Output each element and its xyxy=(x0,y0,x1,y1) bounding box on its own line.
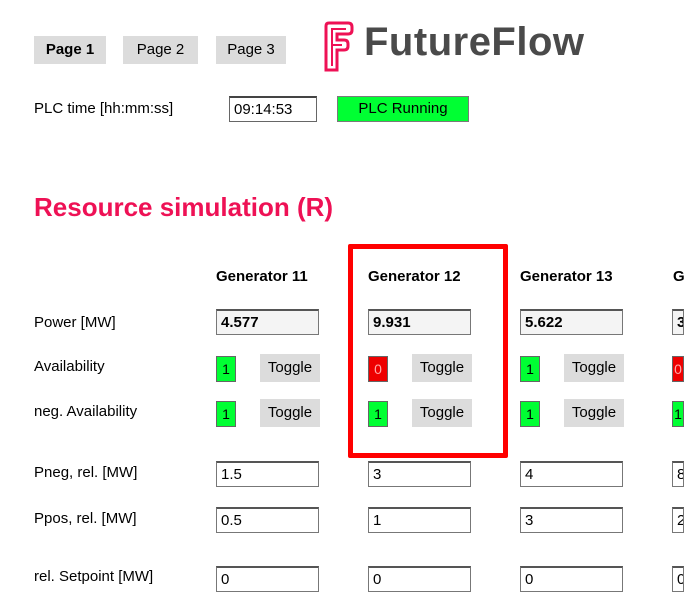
tab-page-2[interactable]: Page 2 xyxy=(123,36,198,64)
section-title: Resource simulation (R) xyxy=(34,192,334,222)
setpoint-input[interactable]: 0 xyxy=(520,566,623,592)
generator-11-header: Generator 11 xyxy=(216,268,308,285)
ppos-input[interactable]: 2 xyxy=(672,507,684,533)
ppos-input[interactable]: 0.5 xyxy=(216,507,319,533)
plc-time-label: PLC time [hh:mm:ss] xyxy=(34,100,174,117)
setpoint-input[interactable]: 0 xyxy=(216,566,319,592)
setpoint-label: rel. Setpoint [MW] xyxy=(34,568,154,585)
toggle-neg-availability-button[interactable]: Toggle xyxy=(564,399,624,427)
ppos-label: Ppos, rel. [MW] xyxy=(34,510,137,527)
logo-text: FutureFlow xyxy=(364,20,585,64)
availability-indicator: 0 xyxy=(672,356,684,382)
setpoint-input[interactable]: 0 xyxy=(672,566,684,592)
availability-label: Availability xyxy=(34,358,105,375)
pneg-input[interactable]: 8 xyxy=(672,461,684,487)
toggle-availability-button[interactable]: Toggle xyxy=(260,354,320,382)
pneg-input[interactable]: 3 xyxy=(368,461,471,487)
power-label: Power [MW] xyxy=(34,314,116,331)
availability-indicator: 1 xyxy=(216,356,236,382)
ppos-input[interactable]: 1 xyxy=(368,507,471,533)
toggle-availability-button[interactable]: Toggle xyxy=(564,354,624,382)
pneg-input[interactable]: 4 xyxy=(520,461,623,487)
generator-13-header: Generator 13 xyxy=(520,268,613,285)
power-field: 5.622 xyxy=(520,309,623,335)
neg-availability-label: neg. Availability xyxy=(34,403,138,420)
neg-availability-indicator: 1 xyxy=(520,401,540,427)
setpoint-input[interactable]: 0 xyxy=(368,566,471,592)
tab-page-1[interactable]: Page 1 xyxy=(34,36,106,64)
availability-indicator: 1 xyxy=(520,356,540,382)
pneg-input[interactable]: 1.5 xyxy=(216,461,319,487)
generator-14-header: G xyxy=(673,268,684,285)
tab-page-3[interactable]: Page 3 xyxy=(216,36,286,64)
neg-availability-indicator: 1 xyxy=(672,401,684,427)
power-field: 3 xyxy=(672,309,684,335)
highlight-box xyxy=(348,244,508,458)
plc-status-indicator: PLC Running xyxy=(337,96,469,122)
pneg-label: Pneg, rel. [MW] xyxy=(34,464,138,481)
ppos-input[interactable]: 3 xyxy=(520,507,623,533)
neg-availability-indicator: 1 xyxy=(216,401,236,427)
futureflow-logo-icon xyxy=(324,21,354,72)
plc-time-field: 09:14:53 xyxy=(229,96,317,122)
power-field: 4.577 xyxy=(216,309,319,335)
toggle-neg-availability-button[interactable]: Toggle xyxy=(260,399,320,427)
